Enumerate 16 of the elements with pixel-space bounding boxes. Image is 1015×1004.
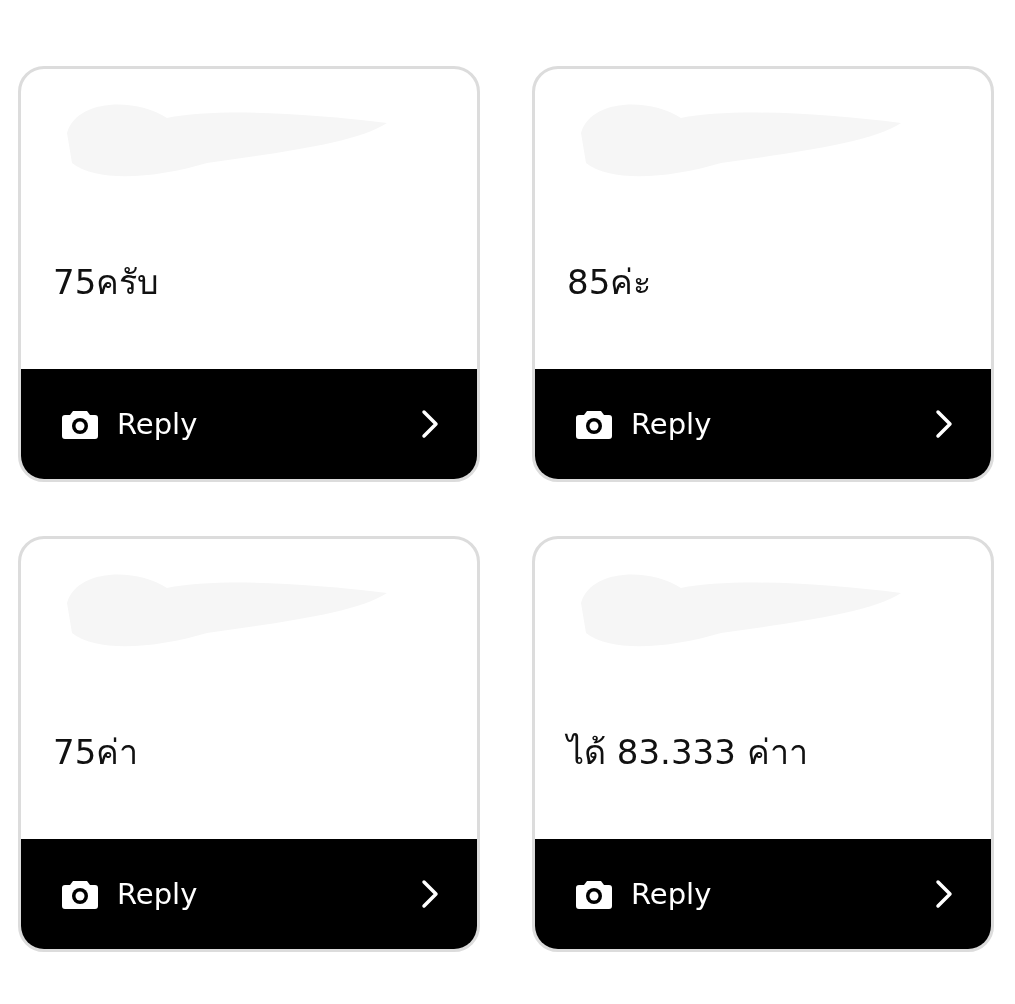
reply-button[interactable]: Reply: [535, 839, 991, 949]
chevron-right-icon: [421, 879, 439, 909]
reply-button[interactable]: Reply: [21, 369, 477, 479]
chevron-right-icon: [935, 409, 953, 439]
message-text: 75ค่า: [53, 731, 139, 774]
message-text: ได้ 83.333 ค่าา: [567, 731, 808, 774]
reply-button[interactable]: Reply: [21, 839, 477, 949]
camera-icon: [575, 878, 613, 910]
chevron-right-icon: [421, 409, 439, 439]
message-text: 75ครับ: [53, 261, 160, 304]
camera-icon: [575, 408, 613, 440]
camera-icon: [61, 408, 99, 440]
chevron-right-icon: [935, 879, 953, 909]
reply-button[interactable]: Reply: [535, 369, 991, 479]
camera-icon: [61, 878, 99, 910]
message-text: 85ค่ะ: [567, 261, 652, 304]
